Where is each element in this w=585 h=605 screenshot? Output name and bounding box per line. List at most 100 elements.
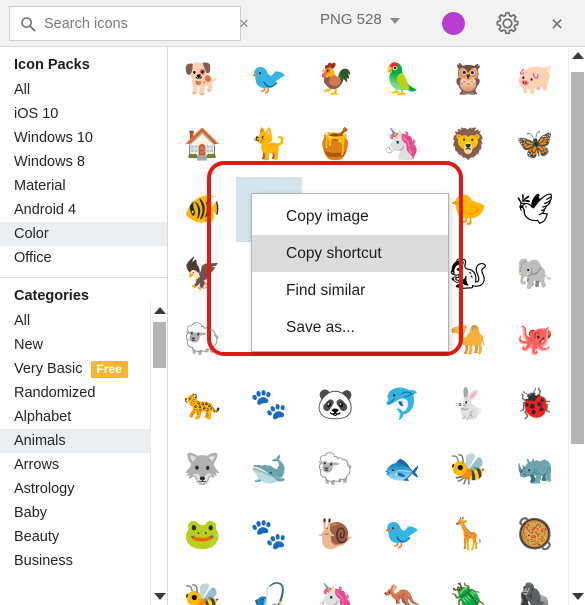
- sidebar-category-animals[interactable]: Animals: [0, 429, 167, 453]
- icon-cell-songbird[interactable]: 🐦: [236, 47, 303, 112]
- sidebar-scrollbar-thumb[interactable]: [153, 322, 166, 368]
- icon-cell-whale[interactable]: 🐋: [236, 437, 303, 502]
- sidebar-pack-all[interactable]: All: [0, 78, 167, 102]
- icon-cell-rabbit[interactable]: 🐇: [435, 372, 502, 437]
- main-scrollbar-thumb[interactable]: [571, 72, 584, 444]
- icon-cell-giraffe[interactable]: 🦒: [435, 502, 502, 567]
- icon-cell-pet-food-bowl[interactable]: 🥘: [502, 502, 569, 567]
- wasp-icon: 🐝: [449, 452, 487, 486]
- menu-item-save-as[interactable]: Save as...: [252, 309, 448, 346]
- icon-grid-row: 🐺 🐋 🐑 🐟 🐝 🦏: [169, 437, 568, 502]
- icon-cell-frog[interactable]: 🐸: [169, 502, 236, 567]
- sidebar-category-arrows[interactable]: Arrows: [0, 453, 167, 477]
- clear-search-icon[interactable]: ×: [231, 9, 257, 39]
- format-dropdown[interactable]: PNG 528: [320, 11, 400, 28]
- sidebar-category-baby[interactable]: Baby: [0, 501, 167, 525]
- menu-item-copy-image[interactable]: Copy image: [252, 198, 448, 235]
- icon-cell-gorilla[interactable]: 🦍: [502, 567, 569, 605]
- sidebar-category-very-basic[interactable]: Very Basic Free: [0, 357, 167, 381]
- icon-cell-sheep[interactable]: 🐑: [302, 437, 369, 502]
- search-input[interactable]: [44, 15, 231, 32]
- sidebar-category-astrology[interactable]: Astrology: [0, 477, 167, 501]
- sidebar-category-alphabet[interactable]: Alphabet: [0, 405, 167, 429]
- sidebar-category-new[interactable]: New: [0, 333, 167, 357]
- icon-cell-pig[interactable]: 🐖: [502, 47, 569, 112]
- icon-cell-parrot[interactable]: 🦜: [369, 47, 436, 112]
- icon-cell-leopard[interactable]: 🐆: [169, 372, 236, 437]
- icon-cell-dog[interactable]: 🐕: [169, 47, 236, 112]
- gorilla-icon: 🦍: [516, 582, 554, 605]
- search-icon: [20, 16, 36, 32]
- sidebar-scrollbar[interactable]: [150, 302, 167, 605]
- nav-item-label: All: [14, 313, 31, 329]
- icon-cell-beehive[interactable]: 🍯: [302, 112, 369, 177]
- icon-cell-tropical-fish[interactable]: 🐠: [169, 177, 236, 242]
- icon-cell-ladybug[interactable]: 🐞: [502, 372, 569, 437]
- sidebar-pack-material[interactable]: Material: [0, 174, 167, 198]
- nav-item-label: New: [14, 337, 44, 353]
- sidebar-scroll-down-arrow-icon[interactable]: [154, 593, 166, 600]
- categories-list: All New Very Basic Free Randomized Alphabet An…: [0, 309, 167, 573]
- sidebar-pack-ios-10[interactable]: iOS 10: [0, 102, 167, 126]
- icon-cell-eagle[interactable]: 🦅: [169, 242, 236, 307]
- sidebar-pack-color[interactable]: Color: [0, 222, 167, 246]
- elephant-icon: 🐘: [516, 257, 554, 291]
- icon-cell-hummingbird[interactable]: 🕊: [502, 177, 569, 242]
- sidebar-pack-windows-8[interactable]: Windows 8: [0, 150, 167, 174]
- icon-cell-elephant[interactable]: 🐘: [502, 242, 569, 307]
- icon-grid-row: 🏠 🐈 🍯 🦄 🦁 🦋: [169, 112, 568, 177]
- main-scroll-up-arrow-icon[interactable]: [572, 52, 584, 59]
- icon-cell-bird[interactable]: 🐦: [369, 502, 436, 567]
- songbird-icon: 🐦: [250, 62, 288, 96]
- icon-cell-wasp[interactable]: 🐝: [435, 437, 502, 502]
- icon-cell-owl[interactable]: 🦉: [435, 47, 502, 112]
- icon-cell-snail[interactable]: 🐌: [302, 502, 369, 567]
- icon-cell-fish[interactable]: 🐟: [369, 437, 436, 502]
- icon-cell-bee[interactable]: 🐝: [169, 567, 236, 605]
- icon-cell-kangaroo[interactable]: 🦘: [369, 567, 436, 605]
- sidebar-pack-office[interactable]: Office: [0, 246, 167, 270]
- free-badge: Free: [90, 360, 128, 378]
- icon-cell-fishbowl[interactable]: 🎣: [236, 567, 303, 605]
- menu-item-copy-shortcut[interactable]: Copy shortcut: [252, 235, 448, 272]
- icon-cell-beetle[interactable]: 🪲: [435, 567, 502, 605]
- icon-cell-wolf[interactable]: 🐺: [169, 437, 236, 502]
- sidebar-category-randomized[interactable]: Randomized: [0, 381, 167, 405]
- color-swatch[interactable]: [442, 12, 465, 35]
- sidebar-pack-windows-10[interactable]: Windows 10: [0, 126, 167, 150]
- sidebar-category-all[interactable]: All: [0, 309, 167, 333]
- icon-packs-list: All iOS 10 Windows 10 Windows 8 Material Andr…: [0, 78, 167, 270]
- tropical-fish-icon: 🐠: [183, 192, 221, 226]
- sidebar-scroll-up-arrow-icon[interactable]: [154, 307, 166, 314]
- icon-cell-rhinoceros[interactable]: 🦏: [502, 437, 569, 502]
- icon-cell-doghouse[interactable]: 🏠: [169, 112, 236, 177]
- gear-icon[interactable]: [494, 10, 521, 37]
- search-field-container[interactable]: ×: [9, 6, 249, 41]
- icon-cell-dolphin[interactable]: 🐬: [369, 372, 436, 437]
- fishbowl-icon: 🎣: [250, 582, 288, 605]
- pet-food-bowl-icon: 🥘: [516, 517, 554, 551]
- format-label: PNG 528: [320, 11, 382, 28]
- icon-cell-octopus[interactable]: 🐙: [502, 307, 569, 372]
- sidebar-category-business[interactable]: Business: [0, 549, 167, 573]
- sidebar-category-beauty[interactable]: Beauty: [0, 525, 167, 549]
- sidebar-pack-android-4[interactable]: Android 4: [0, 198, 167, 222]
- icon-cell-paw-prints[interactable]: 🐾: [236, 372, 303, 437]
- icon-cell-lion[interactable]: 🦁: [435, 112, 502, 177]
- sidebar: Icon Packs All iOS 10 Windows 10 Windows 8 M…: [0, 47, 168, 605]
- nav-item-label: Android 4: [14, 202, 77, 218]
- icon-cell-butterfly[interactable]: 🦋: [502, 112, 569, 177]
- icon-cell-unicorn[interactable]: 🦄: [369, 112, 436, 177]
- icon-cell-black-cat[interactable]: 🐈: [236, 112, 303, 177]
- icon-cell-sheep-side[interactable]: 🐑: [169, 307, 236, 372]
- main-scroll-down-arrow-icon[interactable]: [572, 593, 584, 600]
- categories-title: Categories: [14, 288, 89, 304]
- frog-icon: 🐸: [183, 517, 221, 551]
- main-scrollbar[interactable]: [568, 47, 585, 605]
- icon-cell-panda[interactable]: 🐼: [302, 372, 369, 437]
- icon-cell-chicken[interactable]: 🐓: [302, 47, 369, 112]
- icon-cell-seahorse[interactable]: 🦄: [302, 567, 369, 605]
- menu-item-find-similar[interactable]: Find similar: [252, 272, 448, 309]
- icon-cell-paw-print[interactable]: 🐾: [236, 502, 303, 567]
- close-icon[interactable]: ×: [545, 12, 569, 36]
